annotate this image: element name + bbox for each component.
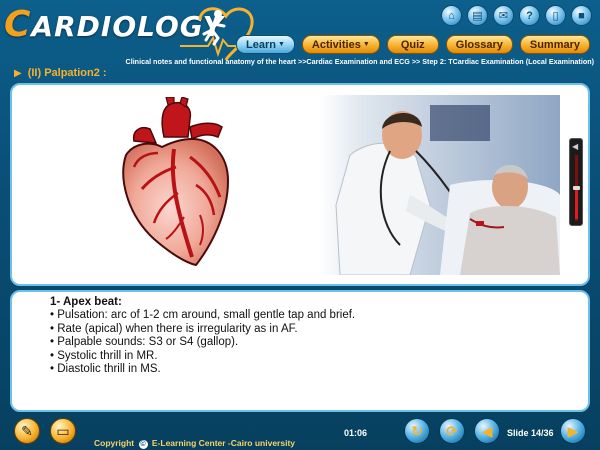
home-icon[interactable]: ⌂ [441,5,462,26]
learn-label: Learn [246,38,276,51]
list-item: Pulsation: arc of 1-2 cm around, small g… [50,309,588,323]
list-item: Systolic thrill in MR. [50,350,588,364]
main-nav: Learn ▼ Activities ▼ Quiz Glossary Summary [236,35,590,54]
quiz-label: Quiz [400,38,425,51]
refresh-button[interactable]: ⟳ [439,418,465,444]
arrow-left-icon: ◀ [481,422,493,439]
print-icon[interactable]: ▤ [467,5,488,26]
activities-button[interactable]: Activities ▼ [301,35,380,54]
top-toolbar: ⌂ ▤ ✉ ? ▯ ■ [441,5,592,26]
content-list: Pulsation: arc of 1-2 cm around, small g… [50,309,588,377]
notebook-icon: ▭ [56,422,70,439]
media-panel: ◀ [10,83,590,286]
volume-slider[interactable]: ◀ [569,138,583,226]
summary-button[interactable]: Summary [519,35,590,54]
previous-button[interactable]: ◀ [474,418,500,444]
tools-button[interactable]: ✎ [14,418,40,444]
volume-handle[interactable] [573,186,580,190]
volume-icon: ◀ [572,142,579,151]
copyright: Copyright © E-Learning Center -Cairo uni… [94,438,295,449]
doctor-patient-photo [320,95,560,275]
notes-icon[interactable]: ▯ [545,5,566,26]
slide-title-text: (II) Palpation2 : [27,67,107,79]
replay-icon: ↻ [411,422,423,439]
slide-title: ▶ (II) Palpation2 : [14,67,107,79]
chevron-down-icon: ▼ [277,41,285,48]
list-item: Diastolic thrill in MS. [50,363,588,377]
refresh-icon: ⟳ [446,422,458,439]
next-button[interactable]: ▶ [560,418,586,444]
tools-icon: ✎ [21,422,33,439]
play-arrow-icon: ▶ [14,67,22,79]
copyright-text: E-Learning Center -Cairo university [151,438,296,448]
glossary-button[interactable]: Glossary [445,35,513,54]
notebook-button[interactable]: ▭ [50,418,76,444]
slide-counter: Slide 14/36 [507,428,554,438]
arrow-right-icon: ▶ [567,422,579,439]
learn-button[interactable]: Learn ▼ [236,35,295,54]
list-item: Rate (apical) when there is irregularity… [50,323,588,337]
content-heading: 1- Apex beat: [50,296,122,308]
help-icon[interactable]: ? [519,5,540,26]
heart-illustration [122,97,230,267]
chevron-down-icon: ▼ [362,41,370,48]
quiz-button[interactable]: Quiz [386,35,439,54]
list-item: Palpable sounds: S3 or S4 (gallop). [50,336,588,350]
glossary-label: Glossary [455,38,503,51]
activities-label: Activities [311,38,361,51]
content-panel: 1- Apex beat: Pulsation: arc of 1-2 cm a… [10,290,590,412]
copyright-prefix: Copyright [94,438,135,448]
replay-button[interactable]: ↻ [404,418,430,444]
footer: ✎ ▭ Copyright © E-Learning Center -Cairo… [0,414,600,450]
summary-label: Summary [529,38,580,51]
copyright-symbol-icon: © [138,440,148,449]
mail-icon[interactable]: ✉ [493,5,514,26]
exit-icon[interactable]: ■ [571,5,592,26]
breadcrumb: Clinical notes and functional anatomy of… [125,57,595,66]
volume-fill [575,186,578,219]
timer: 01:06 [344,428,368,438]
logo-first-letter: C [4,4,32,45]
header: CARDIOLOGY ⌂ ▤ ✉ ? ▯ ■ Learn ▼ Activities… [0,0,600,66]
